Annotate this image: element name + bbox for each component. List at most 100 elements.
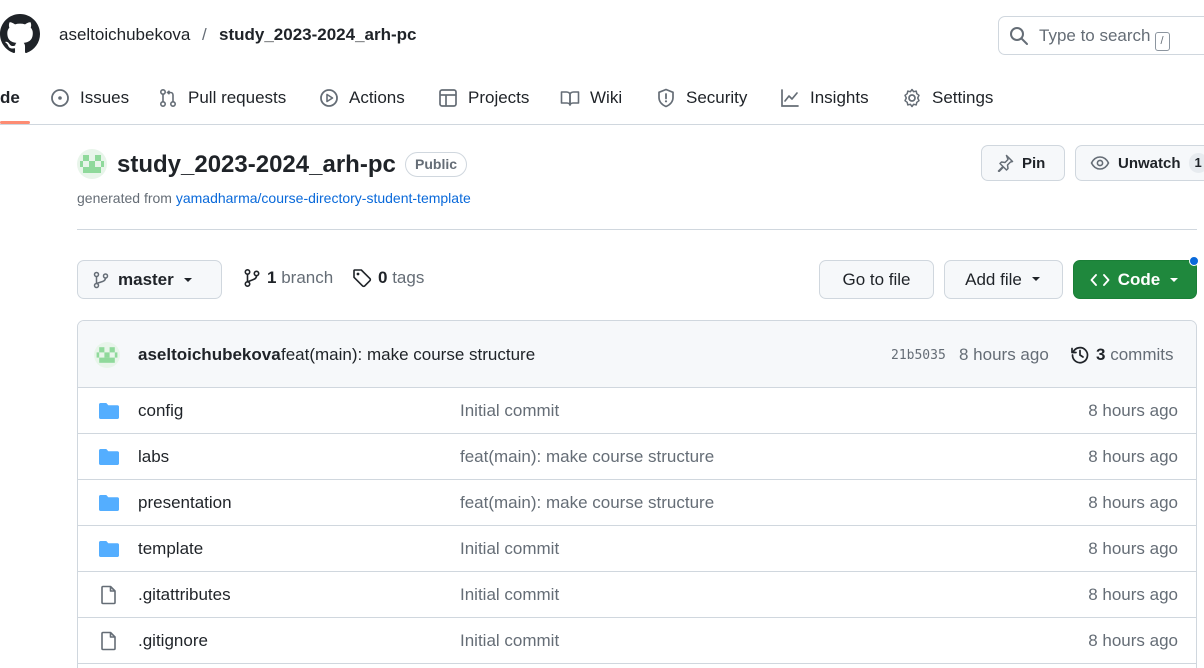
file-name-link[interactable]: template [138, 539, 203, 559]
file-name-link[interactable]: presentation [138, 493, 232, 513]
commit-count: 3 [1096, 345, 1106, 364]
tab-label: Projects [468, 88, 530, 107]
file-commit-time: 8 hours ago [1088, 401, 1178, 420]
file-name-link[interactable]: labs [138, 447, 169, 467]
pull-request-icon [158, 88, 178, 108]
active-tab-indicator [0, 121, 30, 124]
visibility-badge: Public [405, 152, 468, 177]
add-file-button[interactable]: Add file [944, 260, 1063, 299]
code-label: Code [1117, 269, 1161, 289]
issue-icon [50, 88, 70, 108]
eye-icon [1090, 154, 1110, 172]
tab-label: Actions [349, 88, 405, 107]
tab-actions[interactable]: Actions [319, 85, 405, 111]
commit-author-link[interactable]: aseltoichubekova [138, 345, 281, 365]
tab-settings[interactable]: Settings [902, 85, 993, 111]
tag-icon [352, 268, 372, 288]
pin-button[interactable]: Pin [981, 145, 1065, 181]
book-icon [560, 88, 580, 108]
folder-icon [98, 493, 120, 513]
file-icon [98, 631, 120, 651]
folder-icon [98, 401, 120, 421]
file-name-link[interactable]: .gitattributes [138, 585, 231, 605]
file-row[interactable]: .gitattributes Initial commit 8 hours ag… [78, 572, 1196, 618]
repo-owner-avatar[interactable] [77, 149, 107, 179]
chevron-down-icon [1168, 276, 1180, 284]
go-to-file-label: Go to file [842, 269, 911, 289]
unwatch-button[interactable]: Unwatch 1 [1075, 145, 1204, 181]
tab-wiki[interactable]: Wiki [560, 85, 622, 111]
repo-nav-tabs: de Issues Pull requests Actions Projects… [0, 72, 1204, 125]
code-button[interactable]: Code [1073, 260, 1197, 299]
file-row[interactable]: .gitignore Initial commit 8 hours ago [78, 618, 1196, 664]
breadcrumb-owner-link[interactable]: aseltoichubekova [59, 25, 190, 45]
gear-icon [902, 88, 922, 108]
unwatch-label: Unwatch [1118, 154, 1181, 172]
tab-code[interactable]: de [0, 85, 20, 111]
file-icon [98, 585, 120, 605]
table-icon [438, 88, 458, 108]
search-icon [1009, 26, 1029, 46]
commit-message-link[interactable]: feat(main): make course structure [281, 345, 535, 365]
tab-issues[interactable]: Issues [50, 85, 129, 111]
search-input[interactable]: Type to search / [998, 16, 1204, 55]
file-commit-message[interactable]: feat(main): make course structure [460, 447, 714, 467]
tab-label: Settings [932, 88, 994, 107]
go-to-file-button[interactable]: Go to file [819, 260, 934, 299]
latest-commit-bar: aseltoichubekova feat(main): make course… [78, 321, 1196, 388]
chevron-down-icon [182, 276, 194, 284]
tab-label: Insights [810, 88, 869, 107]
tab-projects[interactable]: Projects [438, 85, 529, 111]
breadcrumb-repo-link[interactable]: study_2023-2024_arh-pc [219, 25, 417, 45]
tab-pull-requests[interactable]: Pull requests [158, 85, 286, 111]
file-commit-time: 8 hours ago [1088, 493, 1178, 512]
tab-security[interactable]: Security [656, 85, 747, 111]
tab-label: Wiki [590, 88, 623, 107]
tab-insights[interactable]: Insights [780, 85, 869, 111]
code-icon [1090, 272, 1110, 288]
template-repo-link[interactable]: yamadharma/course-directory-student-temp… [176, 190, 471, 206]
file-commit-message[interactable]: Initial commit [460, 631, 559, 651]
file-commit-message[interactable]: feat(main): make course structure [460, 493, 714, 513]
pin-icon [996, 154, 1014, 172]
file-commit-time: 8 hours ago [1088, 631, 1178, 650]
file-row[interactable]: labs feat(main): make course structure 8… [78, 434, 1196, 480]
file-commit-message[interactable]: Initial commit [460, 585, 559, 605]
search-shortcut-key: / [1154, 32, 1170, 51]
commit-author-avatar[interactable] [94, 342, 120, 368]
graph-icon [780, 88, 800, 108]
file-commit-message[interactable]: Initial commit [460, 539, 559, 559]
tab-label: Pull requests [188, 88, 287, 107]
branch-select-button[interactable]: master [77, 260, 222, 299]
branch-name: master [118, 269, 174, 289]
github-logo-icon[interactable] [0, 14, 40, 54]
file-list: aseltoichubekova feat(main): make course… [77, 320, 1197, 668]
file-commit-time: 8 hours ago [1088, 539, 1178, 558]
commit-sha-link[interactable]: 21b5035 [891, 348, 946, 363]
tags-link[interactable]: 0 tags [352, 268, 424, 288]
file-name-link[interactable]: config [138, 401, 183, 421]
file-commit-time: 8 hours ago [1088, 585, 1178, 604]
file-name-link[interactable]: .gitignore [138, 631, 208, 651]
file-row[interactable]: template Initial commit 8 hours ago [78, 526, 1196, 572]
generated-prefix: generated from [77, 190, 172, 206]
repo-title[interactable]: study_2023-2024_arh-pc [117, 151, 396, 179]
commits-history-link[interactable]: 3 commits [1070, 345, 1173, 365]
generated-from: generated from yamadharma/course-directo… [77, 190, 471, 206]
breadcrumb-separator: / [202, 25, 207, 44]
tab-label: Issues [80, 88, 130, 107]
file-row[interactable]: config Initial commit 8 hours ago [78, 388, 1196, 434]
play-icon [319, 88, 339, 108]
branch-count: 1 [267, 268, 277, 287]
shield-icon [656, 88, 676, 108]
tag-word: tags [392, 268, 425, 287]
commit-time: 8 hours ago [959, 345, 1049, 364]
file-commit-message[interactable]: Initial commit [460, 401, 559, 421]
branches-link[interactable]: 1 branch [243, 268, 333, 288]
file-row[interactable]: presentation feat(main): make course str… [78, 480, 1196, 526]
tab-label: Security [686, 88, 748, 107]
commit-count-word: commits [1110, 345, 1174, 364]
search-placeholder: Type to search [1039, 26, 1151, 45]
pin-label: Pin [1022, 154, 1046, 172]
folder-icon [98, 539, 120, 559]
